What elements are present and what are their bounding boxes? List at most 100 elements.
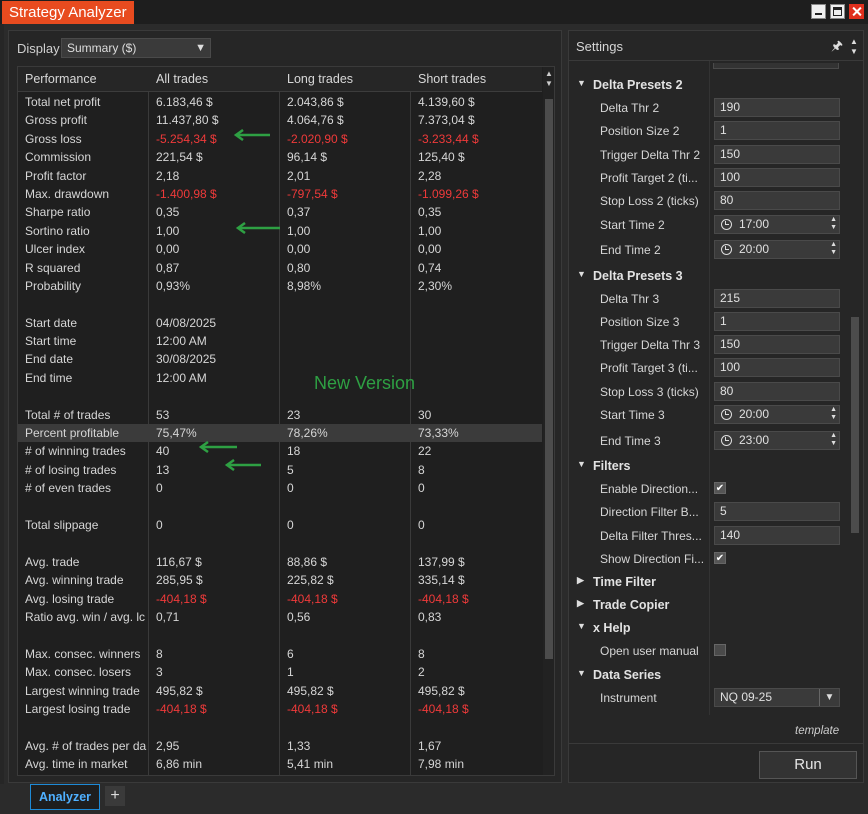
table-row[interactable]: Sharpe ratio 0,35 0,37 0,35 <box>18 203 542 221</box>
table-row[interactable]: Probability 0,93% 8,98% 2,30% <box>18 277 542 295</box>
chevron-up-icon[interactable]: ▲ <box>850 37 858 46</box>
cell-short: 335,14 $ <box>418 573 465 588</box>
scroll-down-icon[interactable]: ▼ <box>545 80 553 88</box>
settings-scrollbar[interactable] <box>849 61 861 715</box>
tab-analyzer[interactable]: Analyzer <box>30 784 100 810</box>
table-row[interactable]: Start date 04/08/2025 <box>18 314 542 332</box>
table-row[interactable] <box>18 534 542 552</box>
expand-icon[interactable]: ▶ <box>577 575 584 586</box>
table-row[interactable] <box>18 387 542 405</box>
chevron-down-icon[interactable]: ▼ <box>819 688 839 706</box>
table-row[interactable]: Gross profit 11.437,80 $ 4.064,76 $ 7.373,0… <box>18 111 542 129</box>
table-row[interactable]: Start time 12:00 AM <box>18 332 542 350</box>
table-row[interactable]: Max. consec. losers 3 1 2 <box>18 663 542 681</box>
cell-long: 88,86 $ <box>287 554 328 569</box>
value-input[interactable]: 5 <box>714 502 840 522</box>
cell-long <box>280 332 411 350</box>
table-row[interactable]: # of even trades 0 0 0 <box>18 479 542 497</box>
table-row[interactable]: Gross loss -5.254,34 $ -2.020,90 $ -3.233,4… <box>18 130 542 148</box>
header-short-trades[interactable]: Short trades <box>411 67 486 92</box>
table-row[interactable]: End date 30/08/2025 <box>18 350 542 368</box>
value-input[interactable]: 80 <box>714 381 840 401</box>
table-row[interactable] <box>18 626 542 644</box>
header-performance[interactable]: Performance <box>18 67 97 92</box>
time-field[interactable]: ▲ ▼ 17:00 <box>714 214 840 234</box>
cell-long <box>280 295 411 313</box>
table-row[interactable]: Total slippage 0 0 0 <box>18 516 542 534</box>
add-tab-button[interactable]: + <box>105 786 125 806</box>
collapse-icon[interactable]: ▼ <box>577 78 586 88</box>
table-row[interactable]: Ulcer index 0,00 0,00 0,00 <box>18 240 542 258</box>
table-row[interactable]: Profit factor 2,18 2,01 2,28 <box>18 167 542 185</box>
template-link[interactable]: template <box>795 725 839 737</box>
table-row[interactable] <box>18 498 542 516</box>
expand-icon[interactable]: ▶ <box>577 598 584 609</box>
table-row[interactable]: Total net profit 6.183,46 $ 2.043,86 $ 4.13… <box>18 93 542 111</box>
time-field[interactable]: ▲ ▼ 20:00 <box>714 240 840 259</box>
table-row[interactable]: Total # of trades 53 23 30 <box>18 406 542 424</box>
chevron-down-icon[interactable]: ▼ <box>850 47 858 56</box>
table-row[interactable]: Max. consec. winners 8 6 8 <box>18 645 542 663</box>
value-input[interactable]: 1 <box>714 121 840 141</box>
table-row[interactable]: End time 12:00 AM <box>18 369 542 387</box>
value-input[interactable]: 140 <box>714 525 840 545</box>
instrument-select[interactable]: NQ 09-25 ▼ <box>714 687 840 707</box>
checkbox[interactable] <box>714 644 726 657</box>
run-button[interactable]: Run <box>759 751 857 779</box>
table-row[interactable]: Commission 221,54 $ 96,14 $ 125,40 $ <box>18 148 542 166</box>
value-input[interactable]: 215 <box>714 288 840 308</box>
category-trade-copier[interactable]: ▶ Trade Copier <box>569 598 849 621</box>
table-row[interactable]: Avg. losing trade -404,18 $ -404,18 $ -404,… <box>18 590 542 608</box>
table-row[interactable]: Max. drawdown -1.400,98 $ -797,54 $ -1.099,… <box>18 185 542 203</box>
close-button[interactable] <box>849 4 864 19</box>
scrollbar-thumb[interactable] <box>851 317 859 533</box>
collapse-icon[interactable]: ▼ <box>577 269 586 279</box>
collapse-icon[interactable]: ▼ <box>577 621 586 631</box>
spinner-arrows-icon[interactable]: ▲ ▼ <box>830 216 837 232</box>
header-all-trades[interactable]: All trades <box>149 67 208 92</box>
category-time-filter[interactable]: ▶ Time Filter <box>569 575 849 598</box>
scroll-up-icon[interactable]: ▲ <box>545 70 553 78</box>
table-row[interactable]: Largest winning trade 495,82 $ 495,82 $ 495… <box>18 682 542 700</box>
table-row[interactable]: Largest losing trade -404,18 $ -404,18 $ -4… <box>18 700 542 718</box>
collapse-icon[interactable]: ▼ <box>577 668 586 678</box>
pin-icon[interactable]: 🖈 <box>831 37 843 59</box>
collapse-icon[interactable]: ▼ <box>577 459 586 469</box>
category-x-help[interactable]: ▼ x Help <box>569 621 849 644</box>
cell-long: -797,54 $ <box>287 186 338 201</box>
value-input[interactable]: 150 <box>714 144 840 164</box>
table-scrollbar[interactable]: ▲ ▼ <box>543 67 554 775</box>
table-row[interactable]: Avg. trade 116,67 $ 88,86 $ 137,99 $ <box>18 553 542 571</box>
cell-all: 12:00 AM <box>156 334 207 349</box>
value-input[interactable]: 190 <box>714 98 840 117</box>
value-input[interactable]: 80 <box>714 191 840 211</box>
maximize-button[interactable] <box>830 4 845 19</box>
table-row[interactable]: Avg. winning trade 285,95 $ 225,82 $ 335,14… <box>18 571 542 589</box>
value-input[interactable]: 100 <box>714 167 840 187</box>
minimize-button[interactable] <box>811 4 826 19</box>
table-row[interactable]: Avg. time in market 6,86 min 5,41 min 7,98 … <box>18 755 542 773</box>
time-field[interactable]: ▲ ▼ 23:00 <box>714 430 840 450</box>
display-select[interactable]: Summary ($) ▼ <box>61 38 211 58</box>
scrollbar-thumb[interactable] <box>545 99 553 659</box>
value-input[interactable]: 150 <box>714 335 840 355</box>
table-row[interactable]: # of winning trades 40 18 22 <box>18 442 542 460</box>
time-field[interactable]: ▲ ▼ 20:00 <box>714 405 840 424</box>
spinner-arrows-icon[interactable]: ▲ ▼ <box>830 432 837 448</box>
table-row[interactable]: # of losing trades 13 5 8 <box>18 461 542 479</box>
table-row[interactable] <box>18 295 542 313</box>
checkbox[interactable]: ✔ <box>714 482 726 494</box>
table-row[interactable]: Avg. # of trades per da 2,95 1,33 1,67 <box>18 737 542 755</box>
spinner-arrows-icon[interactable]: ▲ ▼ <box>830 241 837 257</box>
cell-short: 8 <box>418 462 425 477</box>
spinner-arrows-icon[interactable]: ▲ ▼ <box>830 406 837 422</box>
table-row[interactable] <box>18 718 542 736</box>
value-input[interactable]: 100 <box>714 358 840 378</box>
checkbox[interactable]: ✔ <box>714 551 726 564</box>
value-input[interactable]: 1 <box>714 311 840 331</box>
table-row[interactable]: Percent profitable 75,47% 78,26% 73,33% <box>18 424 542 443</box>
table-row[interactable]: Ratio avg. win / avg. lc 0,71 0,56 0,83 <box>18 608 542 626</box>
table-row[interactable]: R squared 0,87 0,80 0,74 <box>18 259 542 277</box>
header-long-trades[interactable]: Long trades <box>280 67 353 92</box>
category-filters[interactable]: ▼ Filters <box>569 459 849 482</box>
